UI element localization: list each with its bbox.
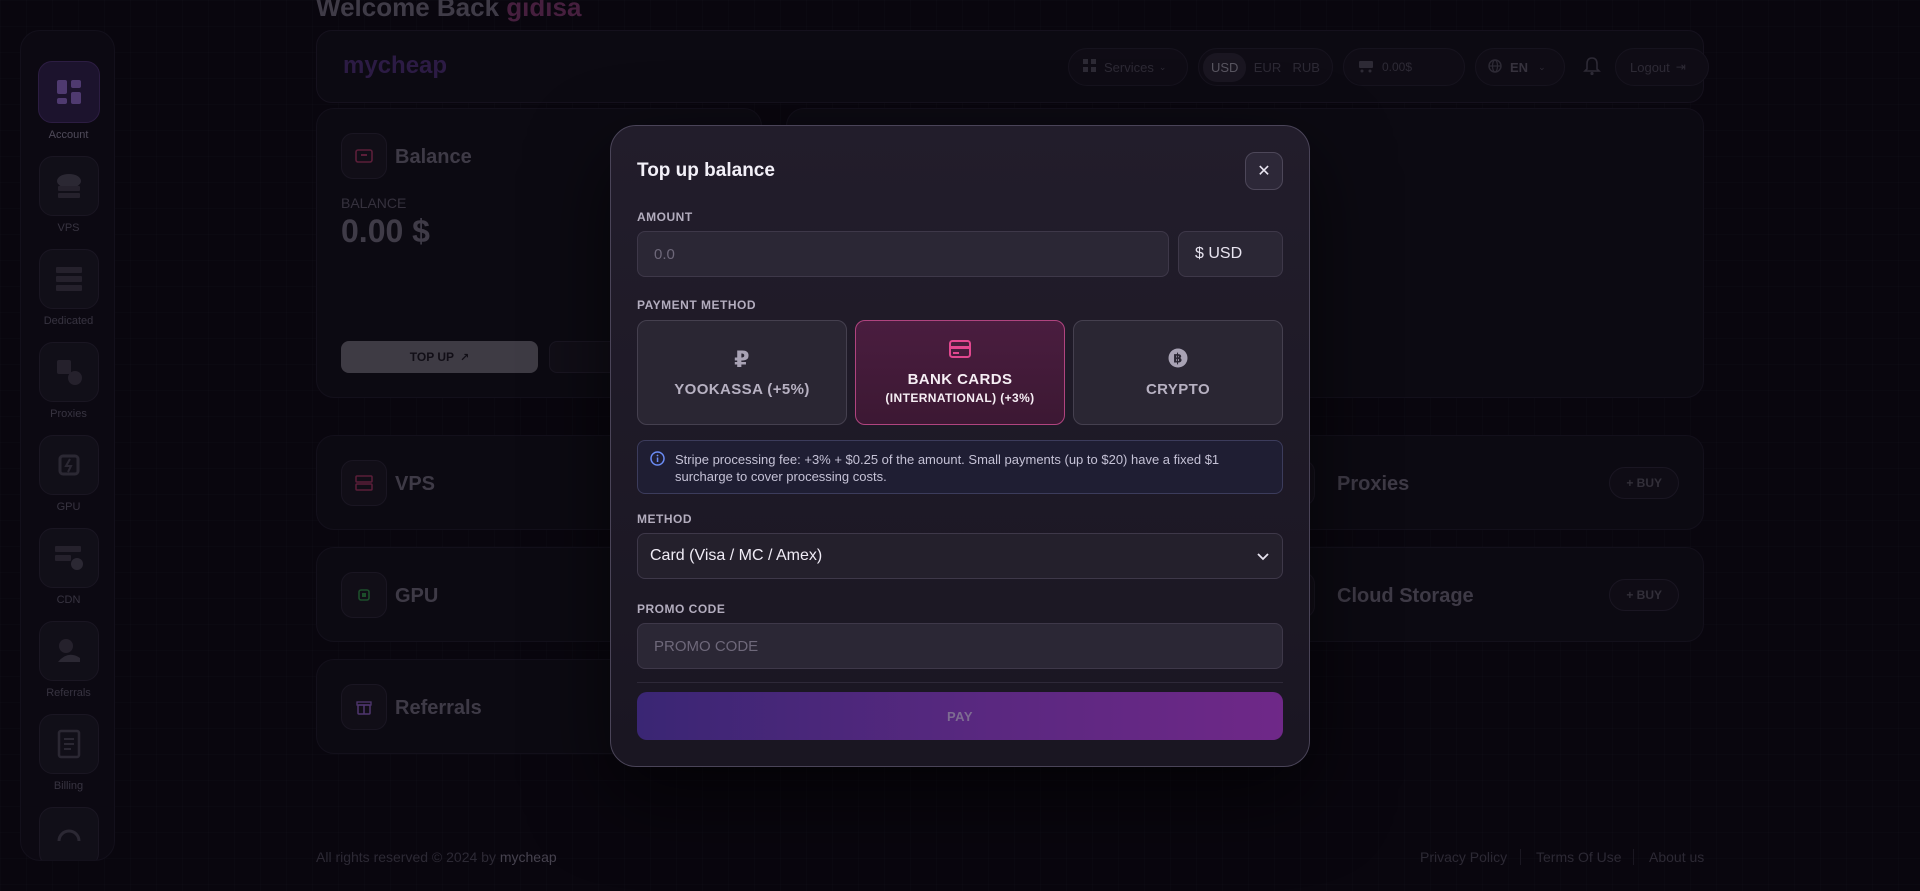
currency-select[interactable]: $ USD — [1178, 231, 1283, 277]
chevron-down-icon — [1256, 549, 1270, 568]
pay-button[interactable]: PAY — [637, 692, 1283, 740]
info-icon — [650, 451, 665, 470]
close-button[interactable]: ✕ — [1245, 152, 1283, 190]
method-select[interactable]: Card (Visa / MC / Amex) — [637, 533, 1283, 579]
amount-input[interactable]: 0.0 — [637, 231, 1169, 277]
modal-divider — [637, 682, 1283, 683]
svg-text:฿: ฿ — [1173, 351, 1182, 366]
info-notice: Stripe processing fee: +3% + $0.25 of th… — [637, 440, 1283, 494]
promo-code-label: PROMO CODE — [637, 602, 726, 616]
payment-method-bank-cards[interactable]: BANK CARDS (INTERNATIONAL) (+3%) — [855, 320, 1065, 425]
top-up-modal: Top up balance ✕ AMOUNT 0.0 $ USD PAYMEN… — [610, 125, 1310, 767]
ruble-icon: ₽ — [734, 347, 750, 372]
payment-method-yookassa[interactable]: ₽ YOOKASSA (+5%) — [637, 320, 847, 425]
payment-method-crypto[interactable]: ฿ CRYPTO — [1073, 320, 1283, 425]
amount-label: AMOUNT — [637, 210, 693, 224]
payment-method-label: PAYMENT METHOD — [637, 298, 757, 312]
modal-title: Top up balance — [637, 160, 775, 181]
bitcoin-icon: ฿ — [1168, 348, 1188, 371]
close-icon: ✕ — [1257, 163, 1271, 180]
credit-card-icon — [949, 340, 971, 361]
method-label: METHOD — [637, 512, 692, 526]
promo-code-input[interactable]: PROMO CODE — [637, 623, 1283, 669]
info-text: Stripe processing fee: +3% + $0.25 of th… — [675, 452, 1220, 484]
